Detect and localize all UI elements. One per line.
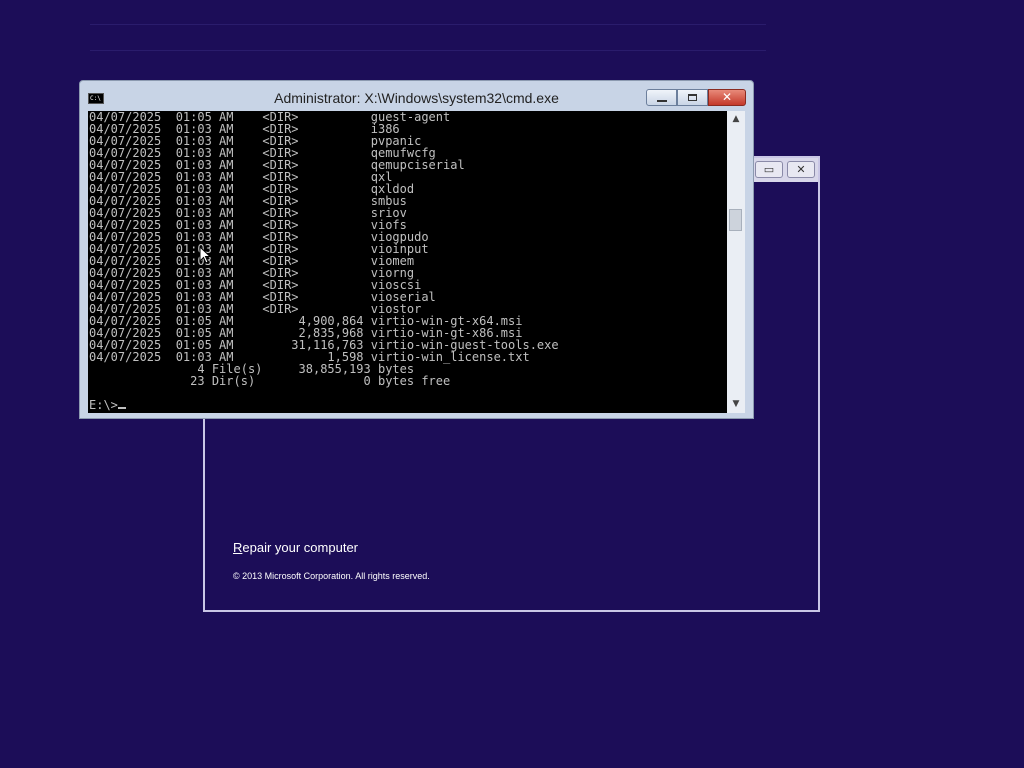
background-line: [90, 50, 766, 51]
maximize-button[interactable]: [677, 89, 708, 106]
copyright-text: © 2013 Microsoft Corporation. All rights…: [233, 571, 430, 581]
close-button[interactable]: ✕: [708, 89, 746, 106]
minimize-icon: [657, 100, 667, 102]
scroll-up-icon[interactable]: ▲: [727, 111, 745, 128]
maximize-icon: [688, 94, 697, 101]
cmd-titlebar[interactable]: C:\ Administrator: X:\Windows\system32\c…: [80, 81, 753, 111]
background-line: [90, 24, 766, 25]
scrollbar-thumb[interactable]: [729, 209, 742, 231]
setup-close-button[interactable]: ✕: [787, 161, 815, 178]
scroll-down-icon[interactable]: ▼: [727, 396, 745, 413]
close-icon: ✕: [721, 90, 733, 104]
console-output[interactable]: 04/07/2025 01:05 AM <DIR> guest-agent 04/…: [88, 111, 727, 413]
text-cursor: [117, 407, 126, 409]
repair-your-computer-link[interactable]: Repair your computer: [233, 540, 358, 555]
console-line: E:\>: [89, 399, 727, 411]
console-line: 23 Dir(s) 0 bytes free: [89, 374, 451, 388]
vertical-scrollbar[interactable]: ▲ ▼: [727, 111, 745, 413]
mouse-pointer-icon: [199, 246, 211, 264]
setup-restore-button[interactable]: ▭: [755, 161, 783, 178]
console-text: 04/07/2025 01:05 AM <DIR> guest-agent 04/…: [88, 111, 727, 411]
repair-link-accelerator: R: [233, 540, 243, 555]
minimize-button[interactable]: [646, 89, 677, 106]
cmd-window[interactable]: C:\ Administrator: X:\Windows\system32\c…: [79, 80, 754, 419]
repair-link-text: epair your computer: [242, 540, 359, 555]
